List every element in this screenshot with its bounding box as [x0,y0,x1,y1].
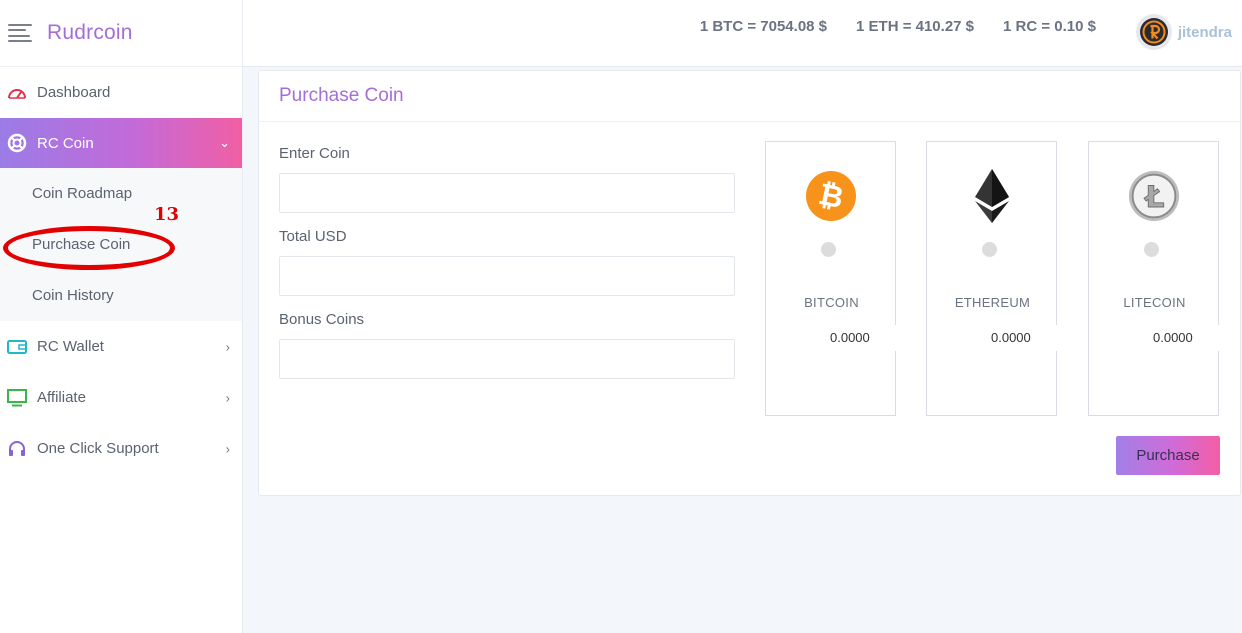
submenu-item-coin-history[interactable]: Coin History [0,270,242,321]
ethereum-radio[interactable] [982,242,997,257]
litecoin-icon: Ł [1128,168,1180,224]
sidebar-menu: Dashboard RC Coin ⌄ Coin Roadmap Purchas… [0,67,242,474]
wallet-icon [6,336,28,358]
exchange-rates: 1 BTC = 7054.08 $ 1 ETH = 410.27 $ 1 RC … [700,18,1096,35]
submenu-item-label: Coin History [32,287,114,304]
sidebar-item-label: Dashboard [37,84,111,101]
headset-icon [6,438,28,460]
coin-option-bitcoin[interactable]: ₿ BITCOIN 0.0000 [765,141,906,416]
user-name: jitendra [1177,23,1232,41]
enter-coin-input[interactable] [279,173,735,213]
coin-name: LITECOIN [1123,295,1186,310]
coin-amount: 0.0000 [967,325,1067,351]
chevron-right-icon: › [225,441,230,456]
enter-coin-field-group: Enter Coin [279,145,736,213]
total-usd-input[interactable] [279,256,735,296]
brand-bar: Rudrcoin [0,0,242,67]
annotation-number: 13 [154,204,180,225]
coin-option-litecoin[interactable]: Ł LITECOIN 0.0000 [1088,141,1229,416]
card-header: Purchase Coin [259,71,1240,122]
ethereum-icon [966,168,1018,224]
coin-name: ETHEREUM [954,295,1031,310]
bonus-coins-field-group: Bonus Coins [279,311,736,379]
bitcoin-icon: ₿ [805,168,857,224]
bonus-coins-input[interactable] [279,339,735,379]
coin-option-ethereum[interactable]: ETHEREUM 0.0000 [926,141,1067,416]
monitor-icon [6,387,28,409]
submenu-item-coin-roadmap[interactable]: Coin Roadmap [0,168,242,219]
sidebar-item-dashboard[interactable]: Dashboard [0,67,242,118]
top-bar: 1 BTC = 7054.08 $ 1 ETH = 410.27 $ 1 RC … [243,0,1242,67]
rate-rc: 1 RC = 0.10 $ [1003,18,1096,35]
bitcoin-radio[interactable] [821,242,836,257]
sidebar-item-rc-coin[interactable]: RC Coin ⌄ [0,118,242,168]
sidebar-item-affiliate[interactable]: Affiliate › [0,372,242,423]
user-menu[interactable]: jitendra [1135,14,1232,50]
rudrcoin-logo-icon [1139,18,1168,46]
purchase-form: Enter Coin Total USD Bonus Coins [279,145,736,394]
sidebar-item-one-click-support[interactable]: One Click Support › [0,423,242,474]
litecoin-radio[interactable] [1144,242,1159,257]
chevron-right-icon: › [225,390,230,405]
rate-eth: 1 ETH = 410.27 $ [856,18,975,35]
coin-amount: 0.0000 [806,325,906,351]
brand-name: Rudrcoin [47,21,133,44]
lifebuoy-icon [6,132,28,154]
chevron-down-icon: ⌄ [219,135,230,150]
sidebar-item-label: RC Coin [37,134,94,152]
rc-coin-submenu: Coin Roadmap Purchase Coin Coin History [0,168,242,321]
page-title: Purchase Coin [279,85,404,106]
sidebar-item-label: Affiliate [37,389,86,406]
sidebar-item-label: RC Wallet [37,338,104,355]
svg-text:Ł: Ł [1143,180,1164,215]
chevron-right-icon: › [225,339,230,354]
purchase-coin-card: Purchase Coin Enter Coin Total USD Bonus… [258,70,1241,496]
coin-name: BITCOIN [804,295,859,310]
hamburger-menu-icon[interactable] [8,24,32,42]
sidebar-item-rc-wallet[interactable]: RC Wallet › [0,321,242,372]
total-usd-field-group: Total USD [279,228,736,296]
avatar [1135,14,1172,50]
enter-coin-label: Enter Coin [279,145,350,162]
total-usd-label: Total USD [279,228,347,245]
sidebar: Rudrcoin Dashboard RC Coin ⌄ Coin Roadma… [0,0,243,633]
submenu-item-label: Coin Roadmap [32,185,133,202]
submenu-item-purchase-coin[interactable]: Purchase Coin [0,219,242,270]
submenu-item-label: Purchase Coin [32,236,131,253]
purchase-button-label: Purchase [1136,447,1200,464]
rate-btc: 1 BTC = 7054.08 $ [699,18,828,35]
bonus-coins-label: Bonus Coins [279,311,365,328]
purchase-button[interactable]: Purchase [1116,436,1220,475]
speedometer-icon [6,82,28,104]
sidebar-item-label: One Click Support [37,440,159,457]
coin-amount: 0.0000 [1129,325,1229,351]
